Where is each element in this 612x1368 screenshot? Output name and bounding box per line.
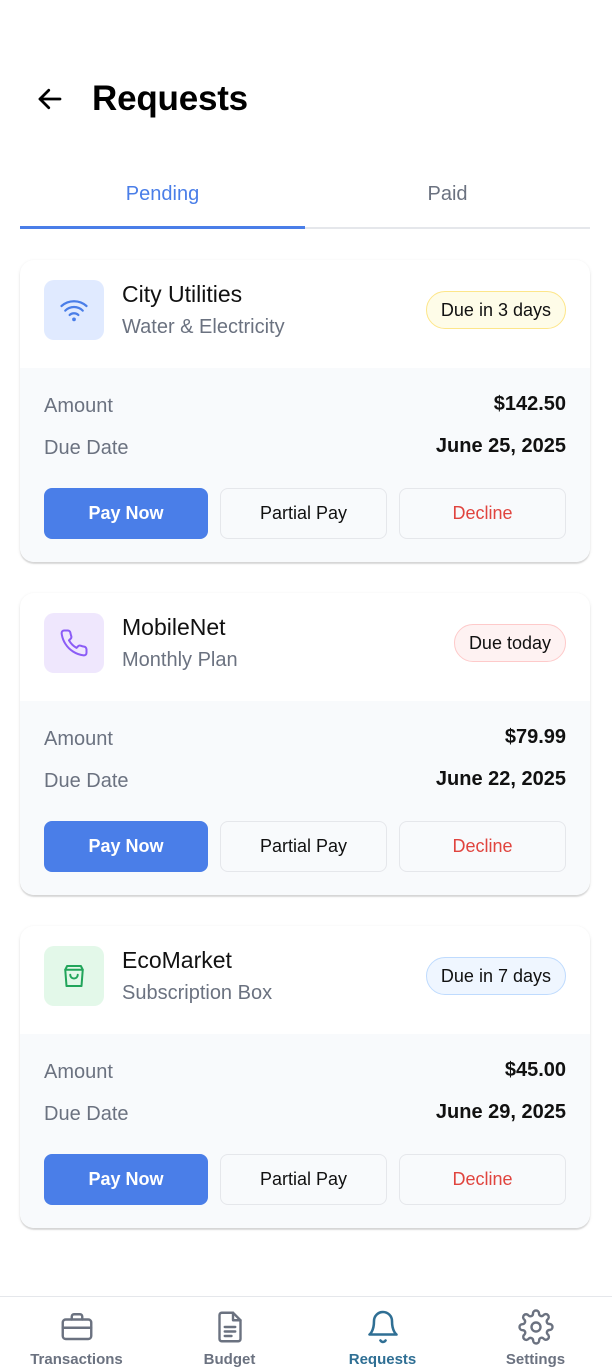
card-details: Amount $142.50 Due Date June 25, 2025 Pa… xyxy=(20,368,590,562)
due-date-value: June 25, 2025 xyxy=(435,435,566,457)
biller-icon xyxy=(44,946,104,1006)
bell-icon xyxy=(365,1309,401,1345)
due-badge: Due in 3 days xyxy=(425,291,566,329)
card-header: MobileNet Monthly Plan Due today xyxy=(20,593,590,701)
pay-now-button[interactable]: Pay Now xyxy=(44,821,208,872)
nav-item-requests[interactable]: Requests xyxy=(306,1297,459,1368)
decline-button[interactable]: Decline xyxy=(399,1154,566,1205)
header: Requests xyxy=(32,74,248,124)
due-badge: Due in 7 days xyxy=(425,957,566,995)
amount-label: Amount xyxy=(44,728,113,750)
due-date-label: Due Date xyxy=(44,1103,129,1125)
phone-icon xyxy=(60,629,88,657)
nav-label: Settings xyxy=(505,1351,566,1368)
wifi-icon xyxy=(60,300,88,322)
nav-item-transactions[interactable]: Transactions xyxy=(0,1297,153,1368)
amount-value: $142.50 xyxy=(493,393,566,415)
amount-label: Amount xyxy=(44,1061,113,1083)
biller-name: MobileNet xyxy=(122,614,226,640)
biller-name: City Utilities xyxy=(122,281,243,307)
amount-value: $45.00 xyxy=(504,1059,566,1081)
nav-label: Budget xyxy=(203,1351,256,1368)
tab-paid[interactable]: Paid xyxy=(305,170,590,227)
back-button[interactable] xyxy=(32,81,68,117)
due-date-value: June 29, 2025 xyxy=(435,1101,566,1123)
nav-label: Requests xyxy=(348,1351,417,1368)
due-badge: Due today xyxy=(453,624,566,662)
due-date-label: Due Date xyxy=(44,437,129,459)
amount-value: $79.99 xyxy=(504,726,566,748)
nav-item-budget[interactable]: Budget xyxy=(153,1297,306,1368)
document-icon xyxy=(212,1309,248,1345)
pay-now-button[interactable]: Pay Now xyxy=(44,488,208,539)
tab-bar: Pending Paid xyxy=(20,170,590,229)
biller-icon xyxy=(44,280,104,340)
shopping-bag-icon xyxy=(64,965,84,987)
pay-now-button[interactable]: Pay Now xyxy=(44,1154,208,1205)
due-date-label: Due Date xyxy=(44,770,129,792)
partial-pay-button[interactable]: Partial Pay xyxy=(220,1154,387,1205)
arrow-left-icon xyxy=(38,88,62,110)
decline-button[interactable]: Decline xyxy=(399,821,566,872)
biller-description: Water & Electricity xyxy=(122,316,285,338)
tab-pending[interactable]: Pending xyxy=(20,170,305,229)
card-details: Amount $79.99 Due Date June 22, 2025 Pay… xyxy=(20,701,590,895)
biller-name: EcoMarket xyxy=(122,947,232,973)
request-card: EcoMarket Subscription Box Due in 7 days… xyxy=(20,926,590,1228)
biller-description: Subscription Box xyxy=(122,982,273,1004)
card-header: EcoMarket Subscription Box Due in 7 days xyxy=(20,926,590,1034)
card-header: City Utilities Water & Electricity Due i… xyxy=(20,260,590,368)
biller-icon xyxy=(44,613,104,673)
request-card: City Utilities Water & Electricity Due i… xyxy=(20,260,590,562)
biller-description: Monthly Plan xyxy=(122,649,238,671)
briefcase-icon xyxy=(59,1309,95,1345)
page-title: Requests xyxy=(92,79,248,118)
partial-pay-button[interactable]: Partial Pay xyxy=(220,488,387,539)
nav-item-settings[interactable]: Settings xyxy=(459,1297,612,1368)
card-details: Amount $45.00 Due Date June 29, 2025 Pay… xyxy=(20,1034,590,1228)
nav-label: Transactions xyxy=(30,1351,123,1368)
amount-label: Amount xyxy=(44,395,113,417)
bottom-nav: Transactions Budget Requests Settings xyxy=(0,1296,612,1368)
request-card: MobileNet Monthly Plan Due today Amount … xyxy=(20,593,590,895)
requests-screen: Requests Pending Paid City Utilities Wat… xyxy=(0,0,612,1368)
decline-button[interactable]: Decline xyxy=(399,488,566,539)
gear-icon xyxy=(517,1309,554,1345)
due-date-value: June 22, 2025 xyxy=(435,768,566,790)
partial-pay-button[interactable]: Partial Pay xyxy=(220,821,387,872)
